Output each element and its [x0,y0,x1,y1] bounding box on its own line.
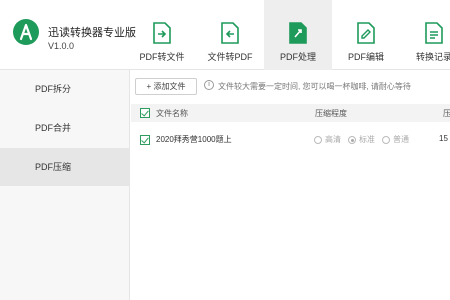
app-name: 迅读转换器专业版 [48,27,136,39]
main-panel: + 添加文件 i 文件较大需要一定时间, 您可以喝一杯咖啡, 请耐心等待 文件名… [131,70,450,300]
app-logo-icon [13,19,39,45]
pdf-to-file-icon [153,22,171,44]
sidebar-item-compress[interactable]: PDF压缩 [0,148,130,186]
column-header-name: 文件名称 [156,109,188,118]
sidebar-item-split[interactable]: PDF拆分 [0,70,130,108]
top-bar: 迅读转换器专业版 V1.0.0 PDF转文件 文件转PDF PDF处理 PDF编… [0,0,450,70]
radio-standard[interactable] [348,136,356,144]
select-all-checkbox[interactable] [140,108,150,118]
file-toolbar: + 添加文件 i 文件较大需要一定时间, 您可以喝一杯咖啡, 请耐心等待 [131,70,450,102]
sidebar-item-label: PDF压缩 [35,162,72,172]
radio-normal[interactable] [382,136,390,144]
row-extra-value: 15 [439,134,448,143]
file-name: 2020拜秀营1000题上 [156,135,232,144]
info-icon: i [204,80,214,90]
tool-label: PDF处理 [279,52,316,62]
tool-file-to-pdf[interactable]: 文件转PDF [196,0,264,70]
notice-text: 文件较大需要一定时间, 您可以喝一杯咖啡, 请耐心等待 [218,82,411,91]
tool-label: 转换记录 [415,52,450,62]
tool-pdf-to-file[interactable]: PDF转文件 [128,0,196,70]
tool-label: PDF编辑 [347,52,384,62]
row-checkbox[interactable] [140,135,150,145]
sidebar-item-merge[interactable]: PDF合并 [0,109,130,147]
sidebar: PDF拆分 PDF合并 PDF压缩 [0,70,130,300]
brand: 迅读转换器专业版 V1.0.0 [8,14,138,58]
tool-history[interactable]: 转换记录 [400,0,450,70]
file-to-pdf-icon [221,22,239,44]
radio-label-normal: 普通 [393,135,409,144]
radio-label-hd: 高清 [325,135,341,144]
sidebar-item-label: PDF拆分 [35,84,72,94]
tool-label: 文件转PDF [207,52,253,62]
table-header: 文件名称 压缩程度 压 [131,104,450,122]
add-file-button[interactable]: + 添加文件 [135,78,197,95]
history-icon [425,22,443,44]
tool-pdf-process[interactable]: PDF处理 [264,0,332,70]
pdf-process-icon [289,22,307,44]
sidebar-item-label: PDF合并 [35,123,72,133]
pdf-edit-icon [357,22,375,44]
tool-pdf-edit[interactable]: PDF编辑 [332,0,400,70]
column-header-extra: 压 [443,109,450,118]
column-header-level: 压缩程度 [315,109,347,118]
table-row[interactable]: 2020拜秀营1000题上 高清 标准 普通 15 [131,128,450,152]
tool-label: PDF转文件 [139,52,185,62]
radio-label-standard: 标准 [359,135,375,144]
main-toolbar: PDF转文件 文件转PDF PDF处理 PDF编辑 转换记录 [128,0,450,70]
radio-hd[interactable] [314,136,322,144]
app-version: V1.0.0 [48,41,75,51]
